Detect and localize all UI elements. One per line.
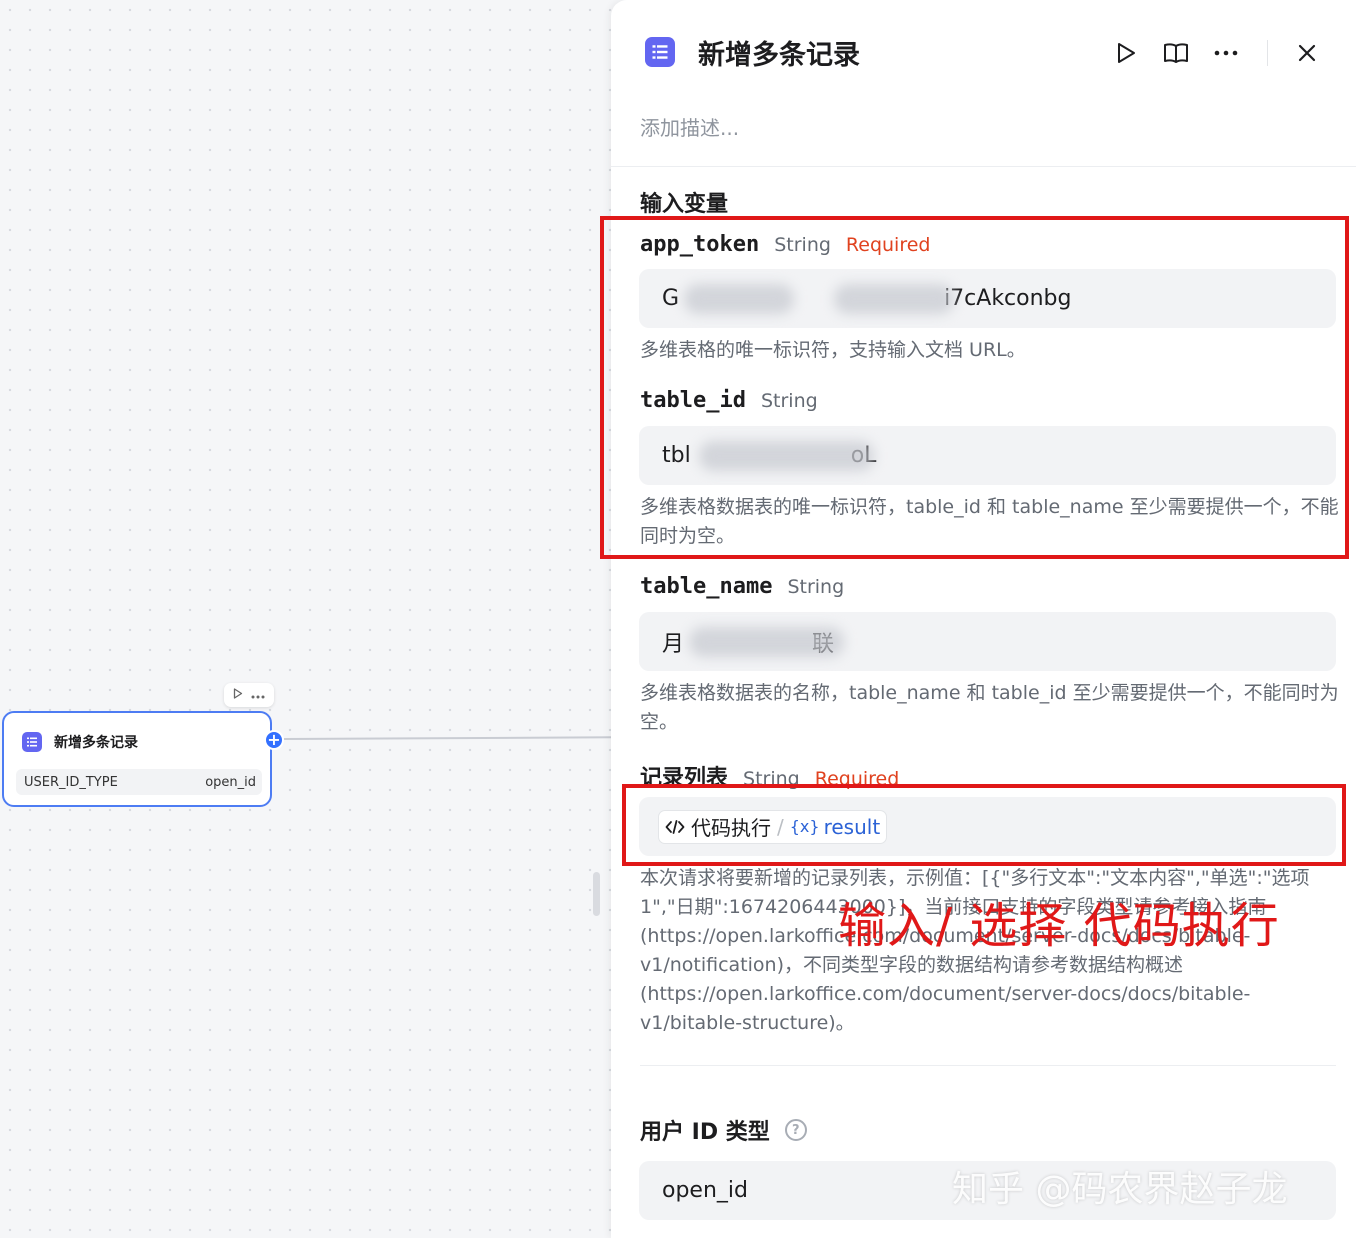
table-name-input[interactable]: 月 联 [639, 612, 1336, 671]
annotation-text: 输入/ 选择 代码执行 [838, 898, 1280, 954]
table-list-icon [22, 732, 42, 752]
chip-node: 代码执行 [665, 812, 771, 841]
redaction-blur [699, 440, 874, 471]
chip-variable: {x} result [790, 815, 880, 839]
node-more-icon[interactable] [251, 688, 265, 702]
field-hint: 多维表格数据表的名称，table_name 和 table_id 至少需要提供一… [640, 682, 1339, 733]
panel-actions [1111, 38, 1342, 68]
redaction-blur [689, 626, 844, 657]
variable-icon: {x} [789, 817, 820, 836]
required-badge: Required [845, 234, 931, 256]
node-param-name: USER_ID_TYPE [24, 774, 118, 790]
variable-reference-chip[interactable]: 代码执行 / {x} result [658, 809, 888, 844]
field-type: String [787, 576, 845, 598]
panel-header: 新增多条记录 添加描述... [611, 0, 1356, 167]
chip-node-name: 代码执行 [691, 816, 771, 840]
app-token-input[interactable]: G i7cAkconbg [639, 269, 1336, 328]
watermark: 知乎 @码农界赵子龙 [952, 1169, 1288, 1210]
field-hint: 多维表格的唯一标识符，支持输入文档 URL。 [640, 339, 1026, 361]
field-name: app_token [640, 232, 760, 257]
panel-resize-handle[interactable] [593, 872, 600, 916]
node-toolbar [224, 683, 274, 707]
input-value-start: tbl [662, 443, 691, 468]
redaction-blur [834, 283, 954, 314]
node-header: 新增多条记录 [22, 732, 138, 752]
description-input[interactable]: 添加描述... [640, 112, 739, 141]
field-type: String [743, 768, 800, 790]
code-icon [665, 819, 685, 834]
field-label-table-id: table_id String [640, 388, 818, 413]
field-hint: 多维表格数据表的唯一标识符，table_id 和 table_name 至少需要… [640, 496, 1339, 547]
records-input[interactable]: 代码执行 / {x} result [639, 797, 1336, 856]
workflow-node-add-records[interactable]: 新增多条记录 USER_ID_TYPE open_id [2, 711, 272, 807]
run-icon[interactable] [1111, 38, 1141, 68]
panel-title[interactable]: 新增多条记录 [698, 33, 860, 72]
more-icon[interactable] [1211, 38, 1241, 68]
node-param-row: USER_ID_TYPE open_id [16, 769, 262, 795]
chip-variable-name: result [823, 814, 881, 839]
node-title: 新增多条记录 [54, 735, 138, 751]
node-config-panel: 新增多条记录 添加描述... 输入变量 app_token String Req… [611, 0, 1356, 1238]
field-label-app-token: app_token String Required [640, 232, 931, 257]
field-name: table_id [640, 388, 746, 413]
section-divider [640, 1065, 1336, 1066]
section-title-inputs: 输入变量 [640, 192, 729, 217]
book-icon[interactable] [1161, 38, 1191, 68]
field-name: 用户 ID 类型 [640, 1120, 770, 1145]
select-value: open_id [662, 1178, 748, 1203]
field-type: String [774, 234, 831, 256]
close-icon[interactable] [1292, 38, 1322, 68]
input-value-end: i7cAkconbg [944, 286, 1072, 311]
required-badge: Required [814, 768, 900, 790]
input-value-start: G [662, 286, 680, 311]
table-id-input[interactable]: tbl oL [639, 426, 1336, 485]
connection-edge [283, 736, 615, 740]
node-param-value: open_id [205, 774, 256, 790]
field-label-records: 记录列表 String Required [640, 760, 899, 792]
input-value-start: 月 [662, 631, 685, 657]
field-name: 记录列表 [640, 766, 729, 791]
field-name: table_name [640, 574, 773, 599]
help-icon[interactable]: ? [784, 1119, 807, 1141]
table-list-icon [645, 37, 675, 67]
field-label-user-id-type: 用户 ID 类型 ? [640, 1114, 807, 1146]
field-type: String [760, 390, 818, 412]
chip-separator: / [777, 814, 784, 839]
header-separator [1267, 40, 1268, 66]
field-label-table-name: table_name String [640, 574, 844, 599]
add-node-plus-icon[interactable]: + [264, 730, 284, 750]
run-node-icon[interactable] [233, 688, 243, 702]
redaction-blur [684, 283, 794, 314]
